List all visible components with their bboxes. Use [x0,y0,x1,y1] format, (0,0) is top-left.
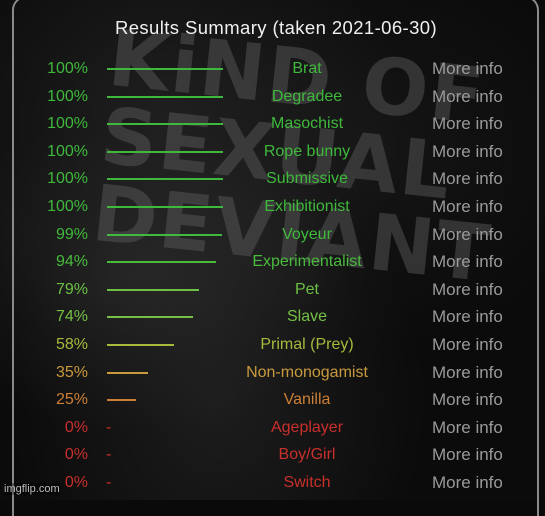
result-row: 58% Primal (Prey) More info [0,332,545,358]
result-percent: 35% [55,363,88,381]
result-bar [107,316,193,319]
more-info-link[interactable]: More info [432,194,503,220]
result-row: 100% Submissive More info [0,166,545,192]
result-row: 79% Pet More info [0,277,545,303]
result-row: 74% Slave More info [0,304,545,330]
more-info-link[interactable]: More info [432,277,503,303]
result-row: 35% Non-monogamist More info [0,360,545,386]
result-name: Submissive [266,170,348,188]
result-name: Boy/Girl [278,446,336,464]
more-info-link[interactable]: More info [432,166,503,192]
more-info-link[interactable]: More info [432,332,503,358]
result-percent: 79% [55,280,88,298]
more-info-link[interactable]: More info [432,111,503,137]
watermark: imgflip.com [4,483,60,495]
result-name: Experimentalist [252,253,362,271]
result-percent: 0% [64,446,88,464]
result-bar [107,261,217,264]
result-row: 0% - Ageplayer More info [0,415,545,441]
result-name: Degradee [271,87,343,105]
result-bar [107,399,136,402]
result-name: Primal (Prey) [260,336,354,353]
result-bar [107,371,148,374]
result-percent: 25% [55,391,88,409]
result-name: Pet [294,280,319,298]
page-title: Results Summary (taken 2021-06-30) [114,17,438,38]
result-row: 25% Vanilla More info [0,387,545,413]
result-percent: 100% [47,142,88,160]
more-info-link[interactable]: More info [432,470,503,496]
result-percent: 100% [47,115,88,133]
more-info-link[interactable]: More info [432,360,503,386]
result-name: Voyeur [282,225,332,243]
result-bar [107,150,223,153]
result-percent: 100% [47,60,88,77]
result-row: 100% Degradee More info [0,84,545,110]
result-bar [107,178,223,181]
more-info-link[interactable]: More info [432,415,503,441]
more-info-link[interactable]: More info [432,84,503,110]
more-info-link[interactable]: More info [432,56,503,82]
more-info-link[interactable]: More info [432,442,503,468]
more-info-link[interactable]: More info [432,304,503,330]
result-bar-empty: - [106,418,112,436]
result-percent: 0% [64,418,88,436]
result-name: Masochist [270,115,344,133]
result-bar [107,123,223,126]
result-row: 94% Experimentalist More info [0,249,545,275]
more-info-link[interactable]: More info [432,139,503,165]
result-row: 0% - Boy/Girl More info [0,442,545,468]
result-percent: 100% [47,198,88,215]
result-percent: 58% [55,336,88,353]
result-bar-empty: - [106,446,112,464]
more-info-link[interactable]: More info [432,222,503,248]
result-bar [107,344,175,346]
result-percent: 94% [55,253,88,271]
result-row: 100% Exhibitionist More info [0,194,545,220]
result-name: Brat [292,60,322,77]
result-row: 99% Voyeur More info [0,222,545,248]
result-bar-empty: - [106,474,112,491]
result-row: 0% - Switch More info [0,470,545,496]
result-name: Switch [283,474,331,491]
result-name: Ageplayer [270,418,344,436]
result-bar [107,68,223,70]
result-bar [107,233,222,236]
result-row: 100% Rope bunny More info [0,139,545,165]
result-name: Rope bunny [263,142,351,160]
result-row: 100% Masochist More info [0,111,545,137]
result-name: Exhibitionist [264,198,350,215]
result-percent: 100% [47,87,88,105]
result-percent: 100% [47,170,88,188]
more-info-link[interactable]: More info [432,249,503,275]
result-row: 100% Brat More info [0,56,545,82]
result-bar [107,95,223,98]
result-percent: 74% [55,308,88,326]
result-percent: 99% [55,225,88,243]
result-name: Slave [286,308,328,326]
result-name: Non-monogamist [246,363,368,381]
result-bar [107,288,199,291]
result-percent: 0% [64,474,88,491]
result-name: Vanilla [283,391,331,409]
more-info-link[interactable]: More info [432,387,503,413]
result-bar [107,206,223,208]
